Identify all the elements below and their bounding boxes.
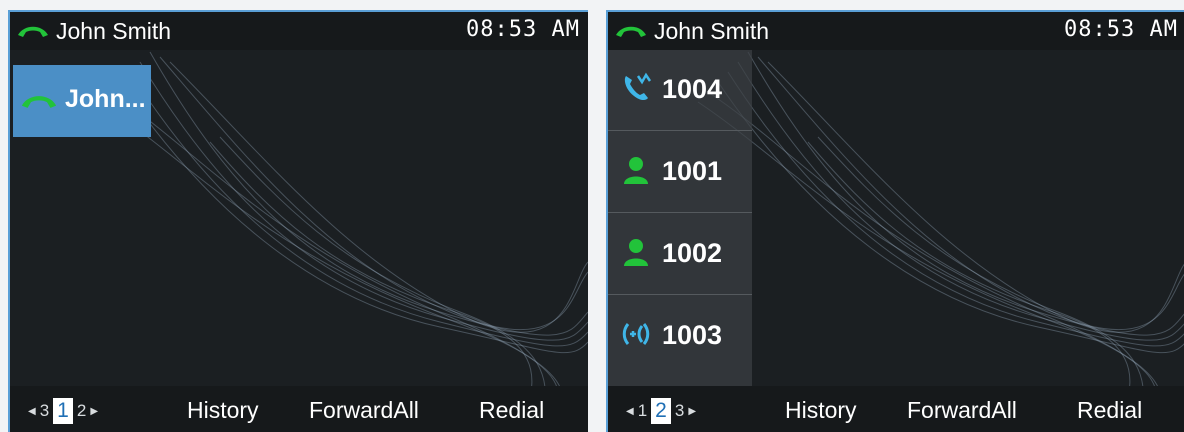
page-number-current: 1 <box>53 398 73 424</box>
favorite-item-1002[interactable]: 1002 <box>608 214 752 294</box>
favorite-item-1001[interactable]: 1001 <box>608 132 752 212</box>
status-bar: John Smith 08:53 AM <box>10 12 588 50</box>
page-prev-arrow-icon[interactable]: ◀ <box>626 406 634 417</box>
handset-icon <box>18 26 48 37</box>
favorite-label: 1001 <box>662 156 723 186</box>
divider <box>608 294 752 295</box>
forward-all-softkey[interactable]: ForwardAll <box>309 397 419 424</box>
page-number-prev[interactable]: 3 <box>40 401 49 421</box>
favorite-label: 1002 <box>662 238 723 268</box>
redial-softkey[interactable]: Redial <box>1077 397 1142 424</box>
line-key-label: John... <box>65 85 146 113</box>
softkey-bar: ◀ 1 2 3 ▶ History ForwardAll Redial <box>608 386 1184 432</box>
page-number-current: 2 <box>651 398 671 424</box>
page-next-arrow-icon[interactable]: ▶ <box>90 406 98 417</box>
forward-all-softkey[interactable]: ForwardAll <box>907 397 1017 424</box>
favorite-label: 1004 <box>662 74 723 104</box>
phone-screen-left: John Smith 08:53 AM John... ◀ 3 1 2 ▶ Hi… <box>8 10 588 432</box>
page-number-next[interactable]: 3 <box>675 401 684 421</box>
contact-icon <box>624 157 648 184</box>
page-prev-arrow-icon[interactable]: ◀ <box>28 406 36 417</box>
account-name: John Smith <box>56 18 172 44</box>
page-number-next[interactable]: 2 <box>77 401 86 421</box>
missed-call-icon <box>624 72 652 101</box>
status-bar: John Smith 08:53 AM <box>608 12 1184 50</box>
divider <box>608 130 752 131</box>
line-key-active[interactable]: John... <box>13 65 151 137</box>
softkey-bar: ◀ 3 1 2 ▶ History ForwardAll Redial <box>10 386 588 432</box>
intercom-icon <box>622 323 650 345</box>
page-number-prev[interactable]: 1 <box>638 401 647 421</box>
phone-screen-right: John Smith 08:53 AM 1004 1001 1002 1003 … <box>606 10 1184 432</box>
redial-softkey[interactable]: Redial <box>479 397 544 424</box>
favorite-label: 1003 <box>662 320 723 350</box>
favorites-panel: 1004 1001 1002 1003 <box>608 50 752 386</box>
history-softkey[interactable]: History <box>785 397 857 424</box>
account-name: John Smith <box>654 18 770 44</box>
favorite-item-1004[interactable]: 1004 <box>608 50 752 130</box>
page-next-arrow-icon[interactable]: ▶ <box>688 406 696 417</box>
handset-icon <box>21 96 57 108</box>
handset-icon <box>616 26 646 37</box>
divider <box>608 212 752 213</box>
favorite-item-1003[interactable]: 1003 <box>608 296 752 376</box>
contact-icon <box>624 239 648 266</box>
history-softkey[interactable]: History <box>187 397 259 424</box>
clock: 08:53 AM <box>1064 17 1178 42</box>
clock: 08:53 AM <box>466 17 580 42</box>
page-indicator[interactable]: ◀ 1 2 3 ▶ <box>626 398 696 424</box>
page-indicator[interactable]: ◀ 3 1 2 ▶ <box>28 398 98 424</box>
